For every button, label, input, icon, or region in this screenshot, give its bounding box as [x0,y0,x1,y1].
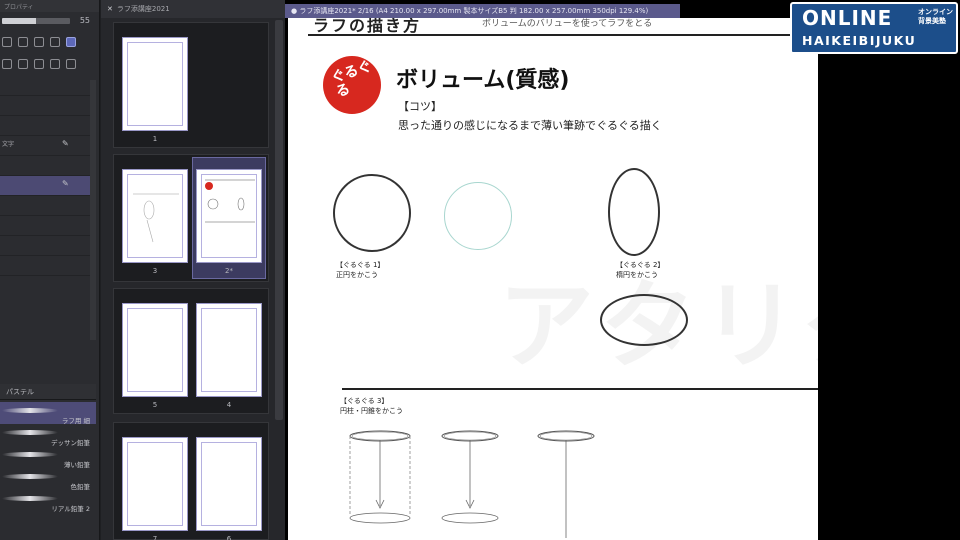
circle-sketch [333,174,411,252]
brush-item[interactable]: デッサン鉛筆 [0,424,96,447]
page-spread: 5 4 [113,288,269,414]
canvas-area[interactable]: ● ラフ添講座2021* 2/16 (A4 210.00 x 297.00mm … [285,0,960,540]
layer-row[interactable] [0,256,96,276]
page-thumbnail[interactable] [122,303,188,397]
logo-text: ぐるぐる [329,58,374,101]
layer-new-icon[interactable] [2,59,12,69]
section-rule [328,388,818,390]
trash-icon[interactable] [66,59,76,69]
color-icon[interactable] [66,37,76,47]
tool-icon-row-1 [0,34,100,50]
document-tab[interactable]: ● ラフ添講座2021* 2/16 (A4 210.00 x 297.00mm … [285,4,680,18]
guruguru-logo: ぐるぐる [323,56,381,114]
layer-row[interactable] [0,156,96,176]
page-number: 2* [225,267,233,275]
transform-icon[interactable] [18,37,28,47]
tool-property-panel: プロパティ 55 文字 ✎ ✎ パステル ラフ用 細 デッサン鉛筆 薄い鉛筆 色… [0,0,100,540]
layer-mask-icon[interactable] [34,59,44,69]
layer-list: 文字 ✎ ✎ [0,76,96,376]
page-number: 7 [152,535,158,540]
caption-2: 【ぐるぐる 2】 楕円をかこう [616,261,665,279]
brand-line-1: ONLINE [802,6,893,30]
page-number: 5 [152,401,158,409]
close-icon[interactable]: ✕ [107,5,113,13]
lasso-icon[interactable] [2,37,12,47]
app-window: プロパティ 55 文字 ✎ ✎ パステル ラフ用 細 デッサン鉛筆 薄い鉛筆 色… [0,0,960,540]
document-page[interactable]: ラフの描き方 ボリュームのバリューを使ってラフをとる ぐるぐる ボリューム(質感… [288,18,818,540]
header-rule [308,34,818,36]
brush-stroke-preview [2,430,58,435]
section-title: ボリューム(質感) [396,68,570,93]
page-header: ラフの描き方 ボリュームのバリューを使ってラフをとる [288,18,818,35]
brush-stroke-preview [2,452,58,457]
page-thumbnail[interactable] [122,37,188,131]
page-thumbnail[interactable] [196,303,262,397]
brush-stroke-preview [2,474,58,479]
layer-row[interactable] [0,76,96,96]
caption-1: 【ぐるぐる 1】 正円をかこう [336,261,385,279]
brush-stroke-preview [2,408,58,413]
brand-logo: ONLINE オンライン 背景美塾 HAIKEIBIJUKU [790,2,958,54]
caption-3: 【ぐるぐる 3】 円柱・円錐をかこう [340,397,403,415]
page-sketch-preview [133,193,179,243]
brush-stroke-preview [2,496,58,501]
layer-row-selected[interactable]: ✎ [0,176,96,196]
page-spread: 1 [113,22,269,148]
blend-icon[interactable] [34,37,44,47]
ellipse-horizontal-sketch [600,294,688,346]
page-spread: 7 6 [113,422,269,540]
brand-line-2: HAIKEIBIJUKU [802,33,917,48]
page-number: 1 [152,135,158,143]
pen-icon[interactable]: ✎ [62,179,69,188]
layer-row[interactable] [0,216,96,236]
layer-row[interactable] [0,196,96,216]
brush-list: ラフ用 細 デッサン鉛筆 薄い鉛筆 色鉛筆 リアル鉛筆 2 [0,402,96,540]
page-thumbnail[interactable] [122,169,188,263]
page-thumbnail[interactable] [122,437,188,531]
layer-scrollbar[interactable] [90,80,96,340]
brush-size-slider[interactable] [2,18,70,24]
layer-folder-icon[interactable] [18,59,28,69]
checker-icon[interactable] [50,37,60,47]
brush-item[interactable]: 色鉛筆 [0,468,96,491]
page-spread: 3 2* [113,154,269,282]
brush-item[interactable]: ラフ用 細 [0,402,96,425]
panel-title: プロパティ [0,0,99,12]
brush-item[interactable]: 薄い鉛筆 [0,446,96,469]
brush-group-header[interactable]: パステル [0,384,96,400]
tool-icon-row-2 [0,56,100,72]
section-rule-gap [328,388,342,390]
page-sketch-preview [205,179,255,223]
brush-group-label: パステル [6,388,34,396]
page-manager-panel: ✕ ラフ添講座2021 1 3 2* 5 4 7 6 [101,0,285,540]
cylinder-cone-sketches [349,430,595,538]
brush-size-value: 55 [79,16,90,25]
layer-row[interactable] [0,116,96,136]
layer-row[interactable]: 文字 ✎ [0,136,96,156]
page-number: 6 [226,535,232,540]
page-manager-tab[interactable]: ✕ ラフ添講座2021 [101,0,285,18]
brush-item[interactable]: リアル鉛筆 2 [0,490,96,513]
tip-label: 【コツ】 [398,100,442,113]
page-number: 4 [226,401,232,409]
ellipse-vertical-sketch [608,168,660,256]
page-number: 3 [152,267,158,275]
layer-row[interactable] [0,236,96,256]
brand-line-1-small: オンライン 背景美塾 [918,8,953,25]
layer-copy-icon[interactable] [50,59,60,69]
tip-text: 思った通りの感じになるまで薄い筆跡でぐるぐる描く [398,119,662,132]
layer-row[interactable] [0,96,96,116]
page-list-scrollbar[interactable] [275,20,283,420]
page-thumbnail[interactable] [196,437,262,531]
header-subtitle: ボリュームのバリューを使ってラフをとる [482,19,653,29]
page-thumbnail-current[interactable] [196,169,262,263]
pen-icon[interactable]: ✎ [62,139,69,148]
faint-circle-sketch [444,182,512,250]
brush-size-row: 55 [0,14,100,28]
